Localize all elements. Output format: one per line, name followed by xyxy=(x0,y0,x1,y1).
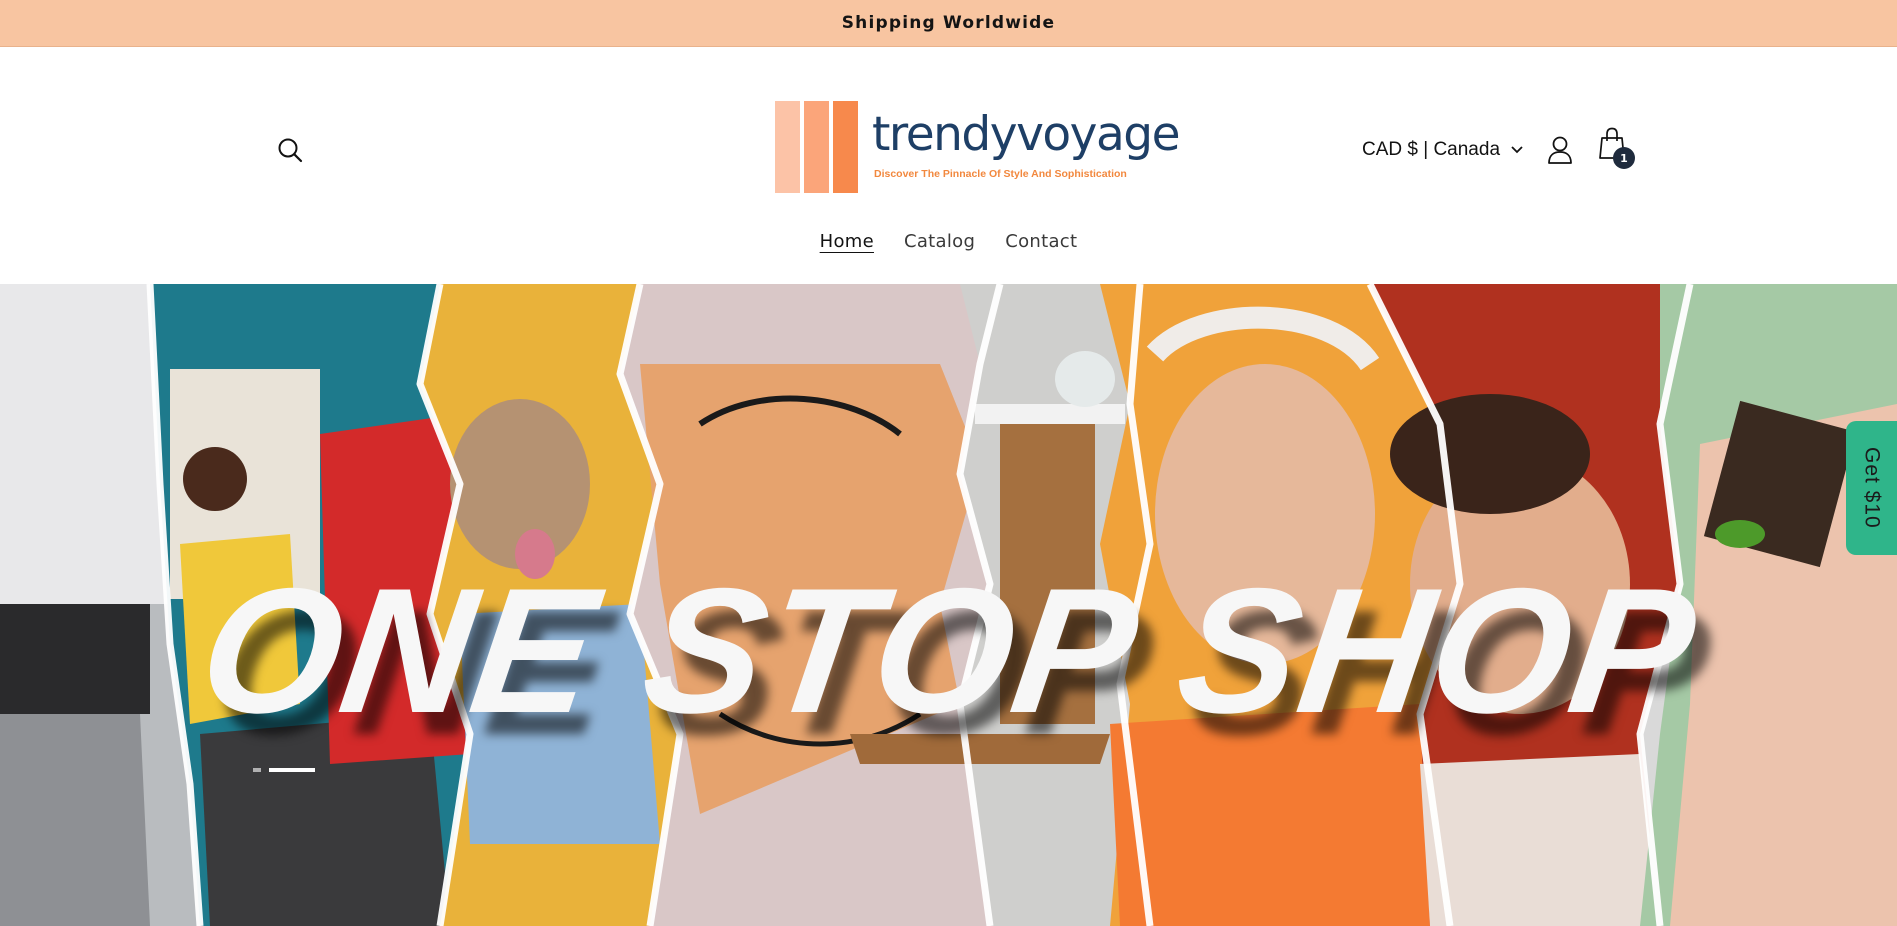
logo-wordmark: trendyvoyage xyxy=(872,107,1181,162)
site-header: trendyvoyage Discover The Pinnacle Of St… xyxy=(0,47,1897,284)
country-currency-selector[interactable]: CAD $ | Canada xyxy=(1362,135,1524,165)
slide-dot-2[interactable] xyxy=(269,768,315,772)
country-selector-value: CAD $ | Canada xyxy=(1362,139,1501,160)
slide-dot-1[interactable] xyxy=(253,768,261,772)
hero-banner[interactable]: ONE STOP SHOP xyxy=(0,284,1897,926)
slideshow-pagination xyxy=(253,768,315,772)
search-button[interactable] xyxy=(272,132,308,168)
promo-tab-button[interactable]: Get $10 xyxy=(1846,421,1897,555)
user-icon xyxy=(1548,136,1572,164)
cart-count-badge: 1 xyxy=(1613,147,1635,169)
cart-button[interactable]: 1 xyxy=(1596,127,1638,171)
search-icon xyxy=(278,138,303,163)
main-nav: Home Catalog Contact xyxy=(0,231,1897,254)
logo-tagline: Discover The Pinnacle Of Style And Sophi… xyxy=(874,168,1127,180)
announcement-bar: Shipping Worldwide xyxy=(0,0,1897,47)
nav-item-contact[interactable]: Contact xyxy=(1005,231,1077,254)
promo-tab-label: Get $10 xyxy=(1860,447,1884,529)
chevron-down-icon xyxy=(1511,146,1523,154)
site-logo[interactable]: trendyvoyage Discover The Pinnacle Of St… xyxy=(775,101,1181,195)
hero-title: ONE STOP SHOP xyxy=(189,551,1708,750)
nav-item-catalog[interactable]: Catalog xyxy=(904,231,975,254)
announcement-text: Shipping Worldwide xyxy=(841,13,1056,33)
nav-item-home[interactable]: Home xyxy=(820,231,874,254)
account-button[interactable] xyxy=(1541,130,1579,170)
logo-mark xyxy=(775,101,858,193)
